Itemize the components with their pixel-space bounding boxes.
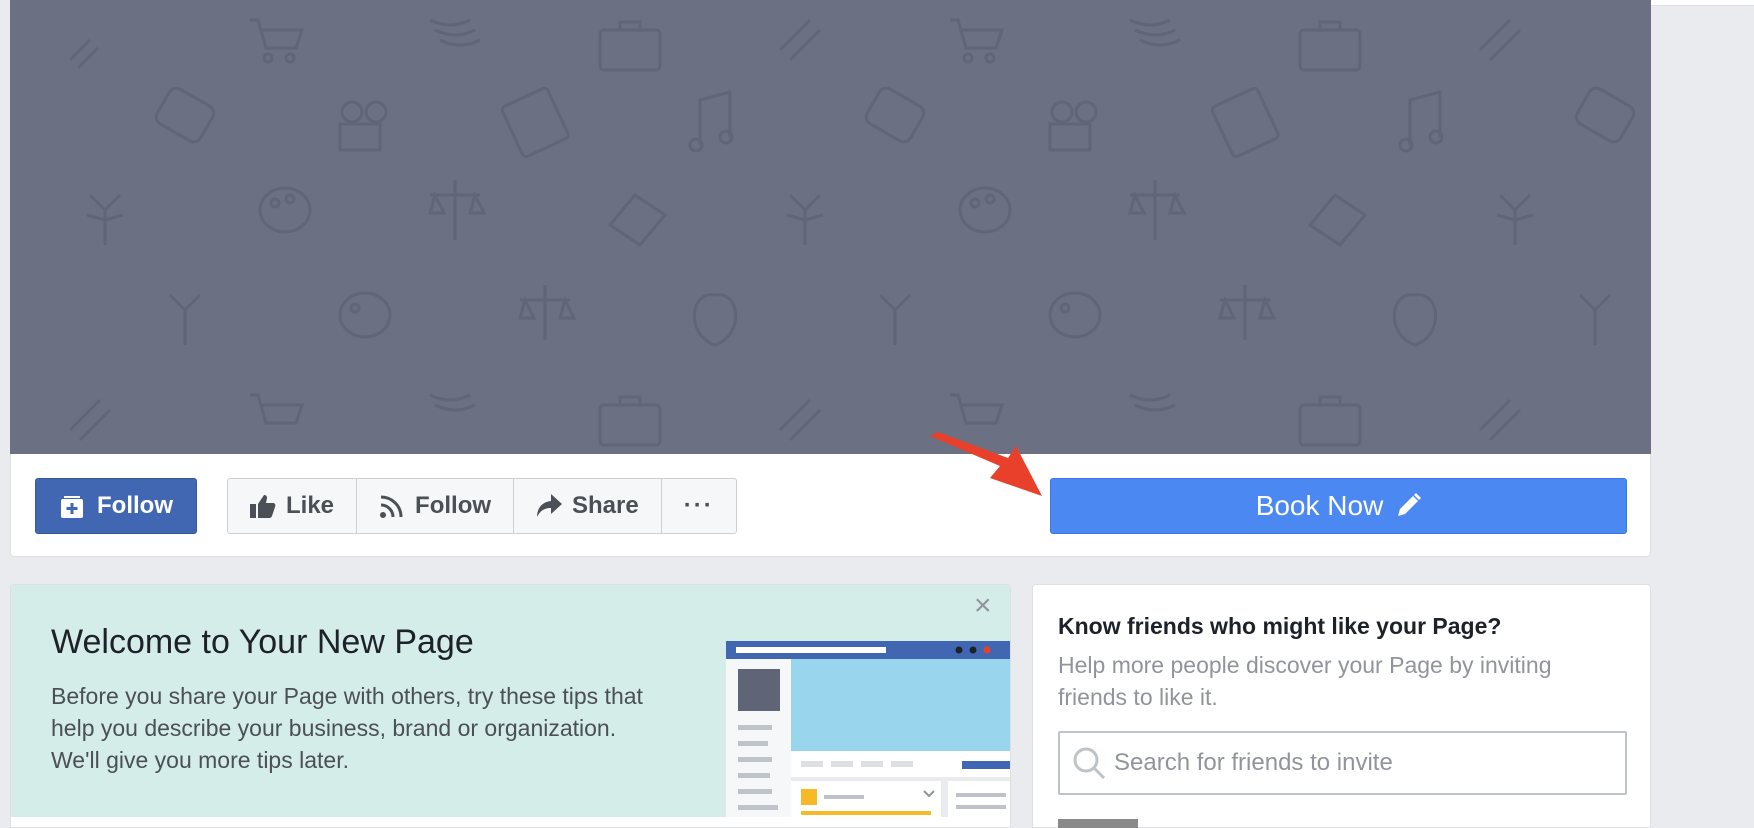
welcome-card: Welcome to Your New Page Before you shar… — [10, 584, 1011, 828]
follow-primary-button[interactable]: Follow — [35, 478, 197, 534]
page-preview-illustration — [726, 641, 1010, 817]
share-button[interactable]: Share — [514, 479, 662, 533]
like-button[interactable]: Like — [228, 479, 358, 533]
invite-search-input[interactable] — [1114, 749, 1614, 777]
rss-icon — [380, 495, 403, 518]
pencil-icon — [1398, 493, 1422, 516]
welcome-body: Before you share your Page with others, … — [51, 683, 643, 773]
like-label: Like — [286, 492, 335, 519]
share-arrow-icon — [537, 494, 563, 517]
invite-friends-card: Know friends who might like your Page? H… — [1032, 584, 1651, 828]
search-icon — [1073, 747, 1106, 780]
top-bar-edge — [1651, 0, 1754, 6]
follow-plus-icon — [61, 496, 83, 518]
invite-search-box[interactable] — [1058, 731, 1627, 795]
follow-primary-label: Follow — [97, 492, 173, 519]
invite-title: Know friends who might like your Page? — [1058, 613, 1502, 639]
book-now-label: Book Now — [1255, 490, 1384, 521]
cover-photo[interactable] — [10, 0, 1651, 454]
welcome-banner: Welcome to Your New Page Before you shar… — [11, 585, 1010, 817]
follow-label: Follow — [415, 492, 492, 519]
more-options-icon: ··· — [683, 492, 714, 519]
close-icon[interactable]: × — [974, 591, 992, 621]
invite-body: Help more people discover your Page by i… — [1058, 652, 1552, 710]
more-options-button[interactable]: ··· — [662, 479, 736, 533]
welcome-title: Welcome to Your New Page — [51, 623, 474, 661]
annotation-arrow — [930, 432, 1042, 496]
page-action-bar: Follow Like Follow Share ··· Book Now — [10, 454, 1651, 557]
follow-button[interactable]: Follow — [357, 479, 515, 533]
book-now-button[interactable]: Book Now — [1050, 478, 1627, 534]
cover-pattern — [68, 18, 1636, 447]
thumbs-up-icon — [250, 495, 276, 518]
share-label: Share — [572, 492, 639, 519]
page-action-button-group: Like Follow Share ··· — [227, 478, 737, 534]
friend-avatar — [1058, 819, 1138, 828]
